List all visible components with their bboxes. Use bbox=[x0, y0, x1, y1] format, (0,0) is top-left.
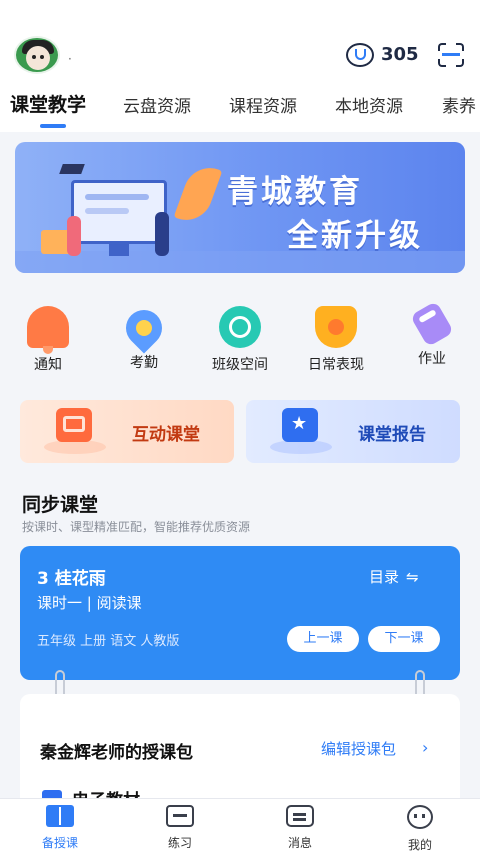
teaching-package-card: 秦金辉老师的授课包 编辑授课包 › 电子教材 bbox=[20, 694, 460, 814]
function-attendance[interactable]: 考勤 bbox=[104, 302, 184, 372]
nav-label: 我的 bbox=[407, 838, 432, 852]
report-star-icon bbox=[282, 408, 318, 442]
banner-title: 青城教育 bbox=[227, 174, 363, 210]
medal-icon bbox=[315, 306, 357, 348]
teacher-illustration bbox=[155, 212, 169, 256]
lesson-period-type: 课时一 | 阅读课 bbox=[37, 594, 142, 612]
bell-icon bbox=[27, 306, 69, 354]
practice-icon bbox=[166, 805, 194, 827]
class-space-icon bbox=[219, 306, 261, 348]
avatar-face bbox=[26, 46, 50, 70]
tab-cloud-resources[interactable]: 云盘资源 bbox=[123, 92, 191, 117]
homework-icon bbox=[410, 300, 454, 348]
nav-label: 练习 bbox=[167, 836, 192, 850]
bottom-navigation: 备授课 练习 消息 我的 bbox=[0, 798, 480, 853]
top-header: · 305 bbox=[0, 0, 480, 88]
function-label: 日常表现 bbox=[308, 357, 364, 373]
tab-local-resources[interactable]: 本地资源 bbox=[335, 92, 403, 117]
interactive-classroom-label: 互动课堂 bbox=[132, 425, 200, 445]
nav-practice[interactable]: 练习 bbox=[150, 805, 210, 851]
avatar[interactable] bbox=[14, 36, 60, 74]
lesson-title: 3 桂花雨 bbox=[37, 569, 106, 589]
nav-messages[interactable]: 消息 bbox=[270, 805, 330, 851]
prev-lesson-button[interactable]: 上一课 bbox=[287, 626, 359, 652]
leaf-illustration bbox=[173, 160, 223, 228]
scan-icon[interactable] bbox=[438, 43, 464, 67]
tab-literacy[interactable]: 素养 bbox=[442, 92, 476, 117]
edit-package-link[interactable]: 编辑授课包 bbox=[321, 738, 396, 759]
graduation-cap-illustration bbox=[59, 164, 85, 174]
coin-icon[interactable] bbox=[346, 43, 374, 67]
tab-classroom-teaching[interactable]: 课堂教学 bbox=[10, 90, 86, 117]
function-label: 班级空间 bbox=[212, 357, 268, 373]
nav-prepare-lessons[interactable]: 备授课 bbox=[30, 805, 90, 851]
coin-count: 305 bbox=[381, 44, 419, 65]
function-label: 作业 bbox=[418, 351, 446, 367]
promo-banner[interactable]: 青城教育 全新升级 bbox=[15, 142, 465, 273]
function-class-space[interactable]: 班级空间 bbox=[200, 306, 280, 374]
lesson-card[interactable]: 3 桂花雨 目录 ⇋ 课时一 | 阅读课 五年级 上册 语文 人教版 上一课 下… bbox=[20, 546, 460, 680]
calculator-icon bbox=[56, 408, 92, 442]
function-label: 考勤 bbox=[130, 355, 158, 371]
avatar-eye bbox=[40, 55, 44, 59]
function-homework[interactable]: 作业 bbox=[392, 300, 472, 368]
location-icon bbox=[118, 302, 170, 354]
function-label: 通知 bbox=[34, 357, 62, 373]
tab-active-indicator bbox=[40, 124, 66, 128]
section-subtitle: 按课时、课型精准匹配，智能推荐优质资源 bbox=[22, 520, 251, 534]
next-lesson-button[interactable]: 下一课 bbox=[368, 626, 440, 652]
classroom-report-label: 课堂报告 bbox=[358, 425, 426, 445]
top-tabs: 课堂教学 云盘资源 课程资源 本地资源 素养 bbox=[0, 88, 480, 132]
nav-label: 消息 bbox=[287, 836, 312, 850]
section-title: 同步课堂 bbox=[22, 494, 99, 516]
nav-me[interactable]: 我的 bbox=[390, 805, 450, 853]
toc-button[interactable]: 目录 bbox=[369, 566, 399, 587]
profile-face-icon bbox=[407, 805, 433, 829]
message-icon bbox=[286, 805, 314, 827]
function-notice[interactable]: 通知 bbox=[8, 306, 88, 374]
switch-icon[interactable]: ⇋ bbox=[406, 568, 419, 586]
student-illustration bbox=[67, 216, 81, 256]
tab-course-resources[interactable]: 课程资源 bbox=[229, 92, 297, 117]
interactive-classroom-card[interactable]: 互动课堂 bbox=[20, 400, 234, 463]
avatar-eye bbox=[32, 55, 36, 59]
open-book-icon bbox=[46, 805, 74, 827]
package-title: 秦金辉老师的授课包 bbox=[40, 743, 193, 763]
nav-label: 备授课 bbox=[41, 836, 78, 850]
user-nickname: · bbox=[68, 52, 72, 66]
classroom-report-card[interactable]: 课堂报告 bbox=[246, 400, 460, 463]
lesson-meta: 五年级 上册 语文 人教版 bbox=[37, 634, 180, 649]
chevron-right-icon[interactable]: › bbox=[422, 738, 428, 757]
banner-subtitle: 全新升级 bbox=[287, 218, 423, 254]
function-daily-performance[interactable]: 日常表现 bbox=[296, 306, 376, 374]
